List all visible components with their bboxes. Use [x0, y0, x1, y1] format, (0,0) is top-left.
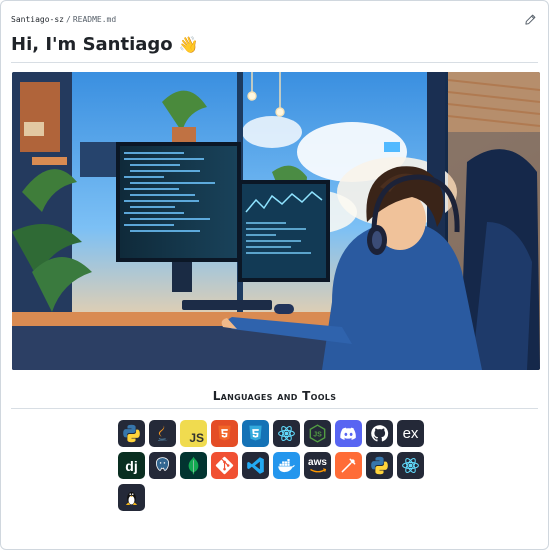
pencil-icon	[524, 14, 535, 25]
svg-text:JS: JS	[313, 432, 322, 439]
breadcrumb: Santiago-sz / README.md	[11, 11, 538, 27]
mongodb-icon[interactable]	[180, 452, 207, 479]
docker-icon[interactable]	[273, 452, 300, 479]
hero-image	[12, 72, 540, 370]
django-icon[interactable]: dj	[118, 452, 145, 479]
github-icon[interactable]	[366, 420, 393, 447]
page-title: Hi, I'm Santiago 👋	[11, 34, 199, 55]
title-text: Hi, I'm Santiago	[11, 34, 173, 55]
breadcrumb-separator: /	[65, 14, 71, 24]
breadcrumb-owner[interactable]: Santiago-sz	[11, 15, 64, 24]
tools-heading: Languages and Tools	[212, 389, 337, 403]
linux-icon[interactable]	[118, 484, 145, 511]
aws-icon[interactable]: aws	[304, 452, 331, 479]
discord-icon[interactable]	[335, 420, 362, 447]
title-divider	[11, 62, 538, 63]
css3-icon[interactable]	[242, 420, 269, 447]
react-icon[interactable]	[397, 452, 424, 479]
hero-illustration	[12, 72, 540, 370]
breadcrumb-path: Santiago-sz / README.md	[11, 15, 116, 24]
vscode-icon[interactable]	[242, 452, 269, 479]
python-icon[interactable]	[118, 420, 145, 447]
nodejs-icon[interactable]: JS	[304, 420, 331, 447]
java-icon[interactable]	[149, 420, 176, 447]
readme-card: Santiago-sz / README.md Hi, I'm Santiago 👋	[0, 0, 549, 550]
aws-label: aws	[308, 456, 327, 468]
python-icon[interactable]	[366, 452, 393, 479]
postgresql-icon[interactable]	[149, 452, 176, 479]
aws-smile	[309, 467, 326, 472]
html5-icon[interactable]	[211, 420, 238, 447]
edit-file-button[interactable]	[522, 11, 538, 27]
tools-icon-grid: JS JS ex dj aws	[118, 420, 438, 511]
postman-icon[interactable]	[335, 452, 362, 479]
breadcrumb-file: README.md	[72, 14, 117, 24]
git-icon[interactable]	[211, 452, 238, 479]
tools-divider	[11, 408, 538, 409]
javascript-icon[interactable]: JS	[180, 420, 207, 447]
wave-emoji: 👋	[178, 35, 199, 54]
express-icon[interactable]: ex	[397, 420, 424, 447]
react-icon[interactable]	[273, 420, 300, 447]
